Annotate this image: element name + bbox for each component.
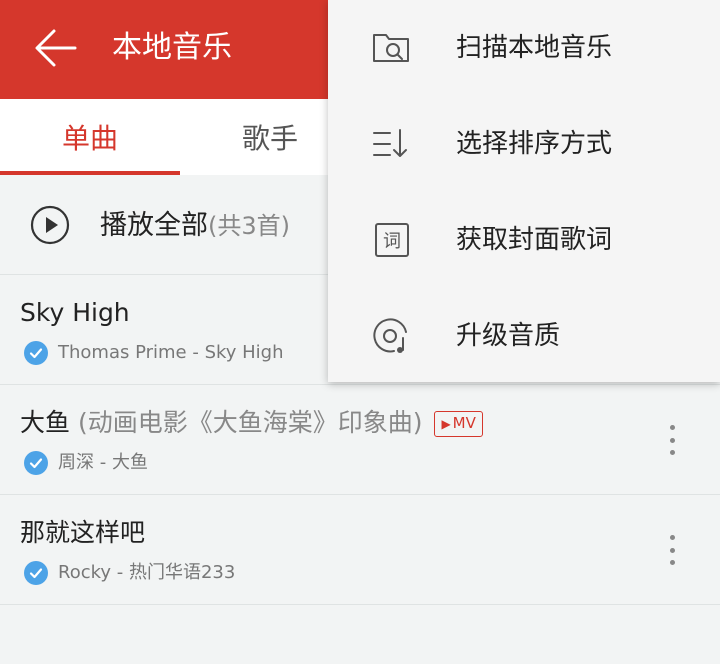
tab-songs[interactable]: 单曲 <box>0 99 180 175</box>
back-button[interactable] <box>30 26 80 70</box>
song-artist: Thomas Prime - Sky High <box>58 342 284 363</box>
lyrics-icon: 词 <box>375 223 409 257</box>
play-all-label: 播放全部 <box>100 210 208 241</box>
more-options-button[interactable] <box>660 423 684 457</box>
menu-item-label: 选择排序方式 <box>456 129 613 159</box>
song-title: 大鱼 (动画电影《大鱼海棠》印象曲) ▶ MV <box>20 407 483 439</box>
song-meta: Rocky - 热门华语233 <box>24 561 235 585</box>
more-options-button[interactable] <box>660 533 684 567</box>
play-all-count: (共3首) <box>208 212 290 240</box>
sort-icon <box>373 129 407 157</box>
scan-folder-icon <box>373 34 409 62</box>
song-title: Sky High <box>20 297 130 329</box>
menu-item-scan[interactable]: 扫描本地音乐 <box>328 0 720 96</box>
play-all-text: 播放全部(共3首) <box>100 209 290 243</box>
song-title: 那就这样吧 <box>20 517 145 549</box>
song-row[interactable]: 大鱼 (动画电影《大鱼海棠》印象曲) ▶ MV 周深 - 大鱼 <box>0 385 720 495</box>
song-artist: 周深 - 大鱼 <box>58 452 148 473</box>
downloaded-check-icon <box>24 451 48 475</box>
play-triangle-icon: ▶ <box>441 417 451 431</box>
mv-badge[interactable]: ▶ MV <box>434 411 483 437</box>
song-title-text: 大鱼 <box>20 408 71 437</box>
back-arrow-icon <box>35 29 77 67</box>
song-artist: Rocky - 热门华语233 <box>58 562 236 583</box>
quality-disc-icon <box>373 318 407 353</box>
menu-item-label: 扫描本地音乐 <box>456 33 613 63</box>
menu-item-sort[interactable]: 选择排序方式 <box>328 96 720 192</box>
menu-item-lyrics[interactable]: 词 获取封面歌词 <box>328 192 720 288</box>
menu-item-label: 升级音质 <box>456 321 561 351</box>
overflow-menu: 扫描本地音乐 选择排序方式 词 获取封面歌词 升级音质 <box>328 0 720 382</box>
more-dots-icon <box>669 425 675 430</box>
more-dots-icon <box>669 535 675 540</box>
song-meta: Thomas Prime - Sky High <box>24 341 284 365</box>
song-title-text: 那就这样吧 <box>20 518 146 547</box>
page-title: 本地音乐 <box>112 30 232 65</box>
menu-item-label: 获取封面歌词 <box>456 225 613 255</box>
song-title-text: Sky High <box>20 298 130 327</box>
song-meta: 周深 - 大鱼 <box>24 451 148 475</box>
mv-label: MV <box>452 414 476 432</box>
downloaded-check-icon <box>24 561 48 585</box>
downloaded-check-icon <box>24 341 48 365</box>
play-circle-icon[interactable] <box>30 205 70 245</box>
song-subtitle: (动画电影《大鱼海棠》印象曲) <box>70 408 423 437</box>
menu-item-quality[interactable]: 升级音质 <box>328 288 720 384</box>
svg-text:词: 词 <box>383 231 401 252</box>
song-row[interactable]: 那就这样吧 Rocky - 热门华语233 <box>0 495 720 605</box>
